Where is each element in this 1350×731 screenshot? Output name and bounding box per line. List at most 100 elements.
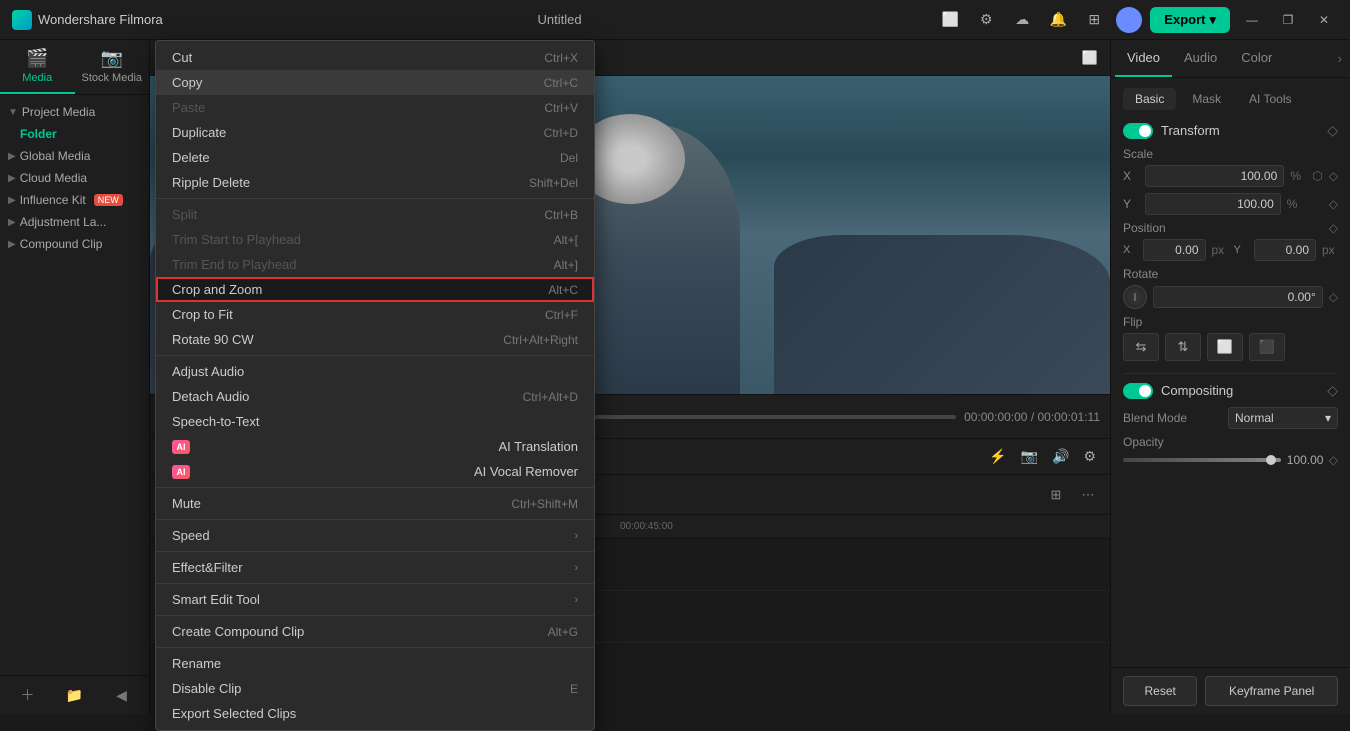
subtab-mask[interactable]: Mask — [1180, 88, 1233, 110]
trim-end-label: Trim End to Playhead — [172, 257, 297, 272]
rotate-dial[interactable] — [1123, 285, 1147, 309]
tree-folder[interactable]: Folder — [0, 123, 149, 145]
add-media-icon[interactable]: ＋ — [4, 680, 51, 710]
tree-influence-kit[interactable]: ▶ Influence Kit NEW — [0, 189, 149, 211]
subtab-basic[interactable]: Basic — [1123, 88, 1176, 110]
tree-compound-clip[interactable]: ▶ Compound Clip — [0, 233, 149, 255]
menu-rotate-cw[interactable]: Rotate 90 CW Ctrl+Alt+Right — [156, 327, 594, 352]
menu-detach-audio[interactable]: Detach Audio Ctrl+Alt+D — [156, 384, 594, 409]
rotate-input-row: ◇ — [1123, 285, 1338, 309]
tab-audio[interactable]: Audio — [1172, 40, 1229, 77]
transform-header: Transform ◇ — [1123, 122, 1338, 139]
menu-disable-clip[interactable]: Disable Clip E — [156, 676, 594, 701]
tab-stock-media[interactable]: 📷 Stock Media — [75, 40, 150, 94]
compositing-toggle[interactable] — [1123, 383, 1153, 399]
right-panel-tabs: Video Audio Color › — [1111, 40, 1350, 78]
arrow-left-icon[interactable]: ◀ — [98, 680, 145, 710]
menu-speech-to-text[interactable]: Speech-to-Text — [156, 409, 594, 434]
scale-y-input[interactable] — [1145, 193, 1281, 215]
rotate-input[interactable] — [1153, 286, 1323, 308]
close-button[interactable]: ✕ — [1310, 6, 1338, 34]
menu-ripple-delete[interactable]: Ripple Delete Shift+Del — [156, 170, 594, 195]
position-reset[interactable]: ◇ — [1329, 221, 1338, 235]
tab-color[interactable]: Color — [1229, 40, 1284, 77]
app-name: Wondershare Filmora — [38, 12, 163, 27]
monitor-icon[interactable]: ⬜ — [936, 6, 964, 34]
maximize-button[interactable]: ❐ — [1274, 6, 1302, 34]
blend-mode-select[interactable]: Normal ▾ — [1228, 407, 1338, 429]
scale-x-reset[interactable]: ◇ — [1329, 169, 1338, 183]
trim-end-shortcut: Alt+] — [554, 258, 578, 272]
menu-export-clips[interactable]: Export Selected Clips — [156, 701, 594, 714]
right-panel-more[interactable]: › — [1334, 40, 1346, 77]
media-tab-icon: 🎬 — [26, 48, 48, 69]
menu-mute[interactable]: Mute Ctrl+Shift+M — [156, 491, 594, 516]
menu-duplicate[interactable]: Duplicate Ctrl+D — [156, 120, 594, 145]
rotate-reset[interactable]: ◇ — [1329, 290, 1338, 304]
tree-global-media[interactable]: ▶ Global Media — [0, 145, 149, 167]
grid-view-button[interactable]: ⊞ — [1042, 481, 1070, 509]
scale-link-icon[interactable]: ⬡ — [1312, 169, 1322, 183]
menu-speed[interactable]: Speed › — [156, 523, 594, 548]
minimize-button[interactable]: — — [1238, 6, 1266, 34]
subtab-ai-tools[interactable]: AI Tools — [1237, 88, 1303, 110]
menu-create-compound[interactable]: Create Compound Clip Alt+G — [156, 619, 594, 644]
position-y-input[interactable] — [1254, 239, 1317, 261]
settings-icon[interactable]: ⚙ — [972, 6, 1000, 34]
right-panel-content: Basic Mask AI Tools Transform ◇ — [1111, 78, 1350, 667]
menu-smart-edit[interactable]: Smart Edit Tool › — [156, 587, 594, 612]
export-button[interactable]: Export ▾ — [1150, 7, 1230, 33]
settings-btn[interactable]: ⚙ — [1079, 446, 1100, 467]
flip-v-button[interactable]: ⇅ — [1165, 333, 1201, 361]
flip-h2-button[interactable]: ⬜ — [1207, 333, 1243, 361]
menu-cut[interactable]: Cut Ctrl+X — [156, 45, 594, 70]
user-avatar[interactable] — [1116, 7, 1142, 33]
scene-detect-button[interactable]: ⚡ — [985, 446, 1010, 467]
keyframe-panel-button[interactable]: Keyframe Panel — [1205, 676, 1338, 706]
fullscreen-toggle[interactable]: ⬜ — [1082, 50, 1098, 66]
ai-vocal-badge: AI — [172, 465, 190, 479]
menu-rename[interactable]: Rename — [156, 651, 594, 676]
settings-timeline-button[interactable]: ⋯ — [1074, 481, 1102, 509]
menu-delete[interactable]: Delete Del — [156, 145, 594, 170]
opacity-slider[interactable] — [1123, 458, 1281, 462]
tree-cloud-media[interactable]: ▶ Cloud Media — [0, 167, 149, 189]
menu-effect-filter[interactable]: Effect&Filter › — [156, 555, 594, 580]
flip-h-button[interactable]: ⇆ — [1123, 333, 1159, 361]
compositing-reset-icon[interactable]: ◇ — [1327, 382, 1338, 399]
menu-crop-fit[interactable]: Crop to Fit Ctrl+F — [156, 302, 594, 327]
folder-icon[interactable]: 📁 — [51, 680, 98, 710]
audio-meter-button[interactable]: 🔊 — [1048, 446, 1073, 467]
create-compound-label: Create Compound Clip — [172, 624, 304, 639]
bell-icon[interactable]: 🔔 — [1044, 6, 1072, 34]
tree-project-media[interactable]: ▼ Project Media — [0, 101, 149, 123]
global-media-label: Global Media — [20, 149, 91, 163]
grid-icon[interactable]: ⊞ — [1080, 6, 1108, 34]
snapshot-button[interactable]: 📷 — [1017, 446, 1042, 467]
menu-sep-3 — [156, 487, 594, 488]
cloud-icon[interactable]: ☁ — [1008, 6, 1036, 34]
paste-shortcut: Ctrl+V — [544, 101, 578, 115]
scale-y-reset[interactable]: ◇ — [1329, 197, 1338, 211]
duplicate-label: Duplicate — [172, 125, 226, 140]
menu-copy[interactable]: Copy Ctrl+C — [156, 70, 594, 95]
opacity-reset[interactable]: ◇ — [1329, 453, 1338, 467]
ripple-delete-label: Ripple Delete — [172, 175, 250, 190]
tab-media[interactable]: 🎬 Media — [0, 40, 75, 94]
reset-button[interactable]: Reset — [1123, 676, 1197, 706]
opacity-label: Opacity — [1123, 435, 1338, 449]
menu-adjust-audio[interactable]: Adjust Audio — [156, 359, 594, 384]
transform-reset-icon[interactable]: ◇ — [1327, 122, 1338, 139]
menu-ai-translation[interactable]: AI AI Translation — [156, 434, 594, 459]
folder-label: Folder — [20, 127, 57, 141]
transform-toggle[interactable] — [1123, 123, 1153, 139]
delete-shortcut: Del — [560, 151, 578, 165]
menu-ai-vocal[interactable]: AI AI Vocal Remover — [156, 459, 594, 484]
scale-x-input[interactable] — [1145, 165, 1284, 187]
flip-v2-button[interactable]: ⬛ — [1249, 333, 1285, 361]
tree-adjustment[interactable]: ▶ Adjustment La... — [0, 211, 149, 233]
export-clips-label: Export Selected Clips — [172, 706, 296, 714]
tab-video[interactable]: Video — [1115, 40, 1172, 77]
menu-crop-zoom[interactable]: Crop and Zoom Alt+C — [156, 277, 594, 302]
position-x-input[interactable] — [1143, 239, 1206, 261]
